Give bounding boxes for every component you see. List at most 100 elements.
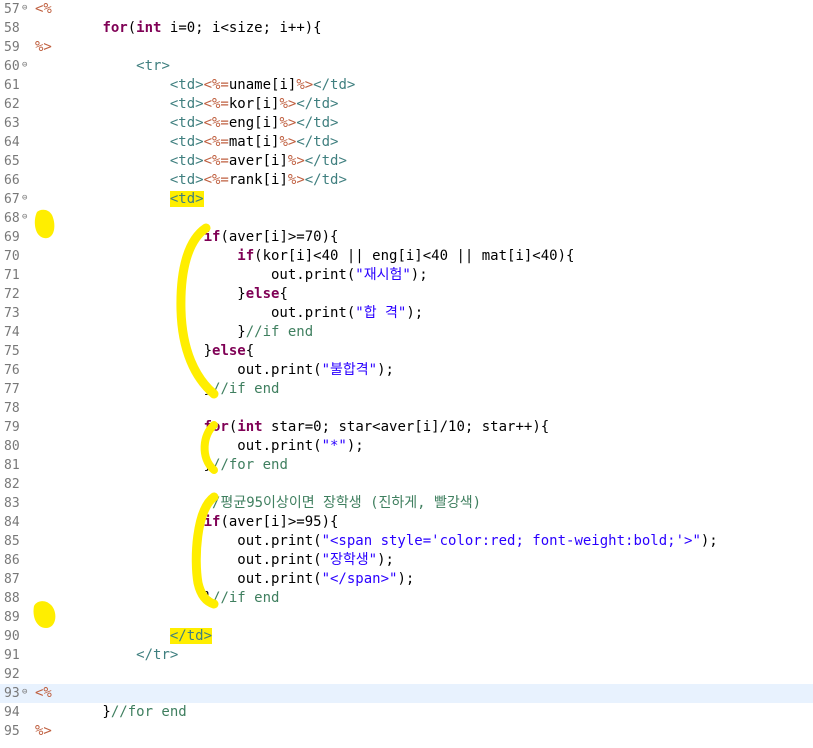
code-line[interactable]: 71 out.print("재시험"); xyxy=(0,266,813,285)
code-token: } xyxy=(35,324,246,340)
code-token: for xyxy=(203,419,229,435)
code-line[interactable]: 92 xyxy=(0,665,813,684)
code-token: if xyxy=(203,514,221,530)
code-line[interactable]: 72 }else{ xyxy=(0,285,813,304)
code-token: <td> xyxy=(169,134,204,150)
code-line[interactable]: 89 %> xyxy=(0,608,813,627)
code-token: } xyxy=(35,590,213,606)
line-number: 89 xyxy=(4,610,20,625)
line-number: 91 xyxy=(4,648,20,663)
code-line[interactable]: 70 if(kor[i]<40 || eng[i]<40 || mat[i]<4… xyxy=(0,247,813,266)
code-text: <td> xyxy=(35,190,204,209)
code-line[interactable]: 88 }//if end xyxy=(0,589,813,608)
line-number: 78 xyxy=(4,401,20,416)
code-line[interactable]: 57 ⊖ <% xyxy=(0,0,813,19)
code-text: for(int i=0; i<size; i++){ xyxy=(35,19,321,38)
code-token: %> xyxy=(279,134,297,150)
code-line[interactable]: 67 ⊖ <td> xyxy=(0,190,813,209)
code-line[interactable]: 75 }else{ xyxy=(0,342,813,361)
code-token: ( xyxy=(127,20,137,36)
code-text: <td><%=uname[i]%></td> xyxy=(35,76,355,95)
code-line[interactable]: 91 </tr> xyxy=(0,646,813,665)
code-token: star=0; star<aver[i]/10; star++){ xyxy=(262,419,550,435)
code-text: out.print("장학생"); xyxy=(35,551,394,570)
code-line[interactable]: 73 out.print("합 격"); xyxy=(0,304,813,323)
fold-toggle-icon[interactable]: ⊖ xyxy=(22,194,30,203)
code-line[interactable]: 76 out.print("불합격"); xyxy=(0,361,813,380)
code-text: }else{ xyxy=(35,285,288,304)
code-line[interactable]: 84 if(aver[i]>=95){ xyxy=(0,513,813,532)
code-editor[interactable]: 57 ⊖ <% 58 for(int i=0; i<size; i++){59 %> 60… xyxy=(0,0,813,748)
code-text: if(aver[i]>=70){ xyxy=(35,228,339,247)
code-text: %> xyxy=(35,722,52,741)
fold-toggle-icon[interactable]: ⊖ xyxy=(22,688,30,697)
code-token: //for end xyxy=(110,704,187,720)
code-token: ); xyxy=(377,362,394,378)
line-number: 92 xyxy=(4,667,20,682)
code-line[interactable]: 66 <td><%=rank[i]%></td> xyxy=(0,171,813,190)
code-line[interactable]: 62 <td><%=kor[i]%></td> xyxy=(0,95,813,114)
code-line[interactable]: 58 for(int i=0; i<size; i++){ xyxy=(0,19,813,38)
code-line[interactable]: 77 }//if end xyxy=(0,380,813,399)
fold-toggle-icon[interactable]: ⊖ xyxy=(22,4,30,13)
code-text: <tr> xyxy=(35,57,170,76)
code-line[interactable]: 68 ⊖ <% xyxy=(0,209,813,228)
code-line[interactable]: 90 </td> xyxy=(0,627,813,646)
code-text: }//if end xyxy=(35,380,280,399)
line-number: 72 xyxy=(4,287,20,302)
code-token: out.print( xyxy=(35,571,322,587)
code-line[interactable]: 64 <td><%=mat[i]%></td> xyxy=(0,133,813,152)
code-line[interactable]: 60 ⊖ <tr> xyxy=(0,57,813,76)
code-line[interactable]: 94 }//for end xyxy=(0,703,813,722)
fold-toggle-icon[interactable]: ⊖ xyxy=(22,213,30,222)
code-line[interactable]: 93 ⊖ <% xyxy=(0,684,813,703)
code-line[interactable]: 86 out.print("장학생"); xyxy=(0,551,813,570)
line-number: 81 xyxy=(4,458,20,473)
code-token: aver[i] xyxy=(228,153,288,169)
code-line[interactable]: 61 <td><%=uname[i]%></td> xyxy=(0,76,813,95)
code-line[interactable]: 78 xyxy=(0,399,813,418)
code-line[interactable]: 80 out.print("*"); xyxy=(0,437,813,456)
code-token: "장학생" xyxy=(321,552,378,568)
line-number: 76 xyxy=(4,363,20,378)
code-token: { xyxy=(245,343,255,359)
code-text: out.print("합 격"); xyxy=(35,304,423,323)
code-token: %> xyxy=(287,172,305,188)
code-line[interactable]: 85 out.print("<span style='color:red; fo… xyxy=(0,532,813,551)
code-text: out.print("<span style='color:red; font-… xyxy=(35,532,718,551)
line-number: 68 xyxy=(4,211,20,226)
code-line[interactable]: 59 %> xyxy=(0,38,813,57)
code-line[interactable]: 95 %> xyxy=(0,722,813,741)
code-line[interactable]: 83 //평균95이상이면 장학생 (진하게, 빨강색) xyxy=(0,494,813,513)
code-line[interactable]: 79 for(int star=0; star<aver[i]/10; star… xyxy=(0,418,813,437)
code-token: uname[i] xyxy=(228,77,297,93)
code-line[interactable]: 81 }//for end xyxy=(0,456,813,475)
code-text: out.print("</span>"); xyxy=(35,570,414,589)
code-line[interactable]: 65 <td><%=aver[i]%></td> xyxy=(0,152,813,171)
line-number: 77 xyxy=(4,382,20,397)
fold-toggle-icon[interactable]: ⊖ xyxy=(22,61,30,70)
code-token: } xyxy=(35,457,213,473)
code-token: if xyxy=(237,248,255,264)
code-line[interactable]: 69 if(aver[i]>=70){ xyxy=(0,228,813,247)
code-token: </td> xyxy=(296,134,339,150)
line-number: 95 xyxy=(4,724,20,739)
line-number: 75 xyxy=(4,344,20,359)
code-line[interactable]: 87 out.print("</span>"); xyxy=(0,570,813,589)
line-number: 74 xyxy=(4,325,20,340)
code-line[interactable]: 82 xyxy=(0,475,813,494)
code-text: <% xyxy=(35,209,52,228)
code-token: <%= xyxy=(203,134,229,150)
line-number: 94 xyxy=(4,705,20,720)
line-number: 80 xyxy=(4,439,20,454)
code-line[interactable]: 74 }//if end xyxy=(0,323,813,342)
code-line[interactable]: 63 <td><%=eng[i]%></td> xyxy=(0,114,813,133)
code-token: %> xyxy=(279,96,297,112)
code-token: <% xyxy=(35,1,52,17)
code-token: <td> xyxy=(169,172,204,188)
code-token: ); xyxy=(700,533,718,549)
